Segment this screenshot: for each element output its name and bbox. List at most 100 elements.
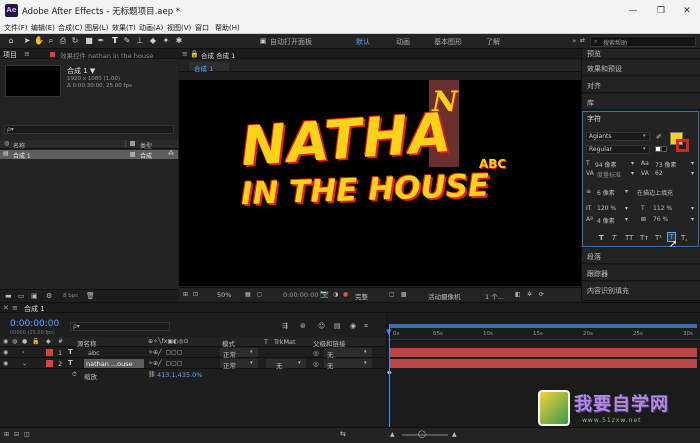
- vscale-value[interactable]: 120 %: [597, 205, 616, 212]
- comp-name[interactable]: 合成 1 ▼: [67, 66, 95, 76]
- visibility-icon[interactable]: ◉: [3, 360, 8, 367]
- tab-effects-controls[interactable]: 效果控件 nathan in the house: [60, 50, 153, 60]
- rect-icon[interactable]: ■: [84, 36, 94, 46]
- property-value[interactable]: 413.1,435.0%: [157, 371, 202, 379]
- grid-icon[interactable]: ▦: [245, 291, 251, 298]
- home-icon[interactable]: ⌂: [6, 36, 16, 46]
- panel-menu-icon[interactable]: ≡: [24, 50, 30, 58]
- comp-subtab[interactable]: 合成 1: [189, 62, 229, 73]
- region-icon[interactable]: ▢: [389, 291, 395, 298]
- timeline-timecode[interactable]: 0:00:00:00: [10, 319, 59, 329]
- col-mode[interactable]: 模式: [222, 338, 235, 348]
- sync-icon[interactable]: ⇄: [580, 37, 585, 44]
- workspace-menu-icon[interactable]: »: [572, 37, 576, 45]
- show-channel-icon[interactable]: ◑: [333, 291, 338, 298]
- tab-timeline-comp[interactable]: 合成 1: [24, 304, 45, 314]
- tab-project[interactable]: 项目: [3, 50, 17, 60]
- type-icon[interactable]: T: [110, 36, 120, 46]
- faux-bold-button[interactable]: T: [599, 234, 604, 242]
- mask-icon[interactable]: ◻: [257, 291, 262, 298]
- menu-effect[interactable]: 效果(T): [112, 23, 136, 33]
- font-style-dropdown[interactable]: Regular ▾: [586, 145, 650, 154]
- toggle-modes-icon[interactable]: ⊟: [14, 431, 19, 438]
- arrow-icon[interactable]: ➤: [22, 36, 32, 46]
- magnify-icon[interactable]: ⊞: [183, 291, 188, 298]
- viewer-timecode[interactable]: 0:00:00:00: [283, 291, 319, 299]
- layer-label-color[interactable]: [46, 349, 53, 356]
- col-trkmat[interactable]: TrkMat: [274, 338, 296, 346]
- zoom-icon[interactable]: ⌕: [46, 36, 56, 46]
- pin-icon[interactable]: ✱: [174, 36, 184, 46]
- small-caps-button[interactable]: Tт: [640, 234, 648, 242]
- menu-animation[interactable]: 动画(A): [139, 23, 163, 33]
- workspace-essential-graphics[interactable]: 基本图形: [434, 37, 462, 47]
- font-size-value[interactable]: 94 像素: [595, 160, 617, 169]
- workspace-learn[interactable]: 了解: [486, 37, 500, 47]
- new-comp-icon[interactable]: ▣: [31, 292, 38, 300]
- expand-arrow-icon[interactable]: ⌄: [22, 360, 27, 367]
- camera-snapshot-icon[interactable]: 📷: [320, 290, 329, 298]
- roto-icon[interactable]: ✦: [161, 36, 171, 46]
- workspace-animation[interactable]: 动画: [396, 37, 410, 47]
- font-family-dropdown[interactable]: Agiants ▾: [586, 132, 650, 141]
- zoom-slider-handle[interactable]: ◯: [418, 430, 426, 438]
- bpc-label[interactable]: 8 bpc: [63, 293, 78, 299]
- tab-composition[interactable]: 合成 合成 1: [201, 50, 235, 60]
- stroke-color-swatch[interactable]: [676, 139, 689, 152]
- zoom-out-icon[interactable]: ▲: [390, 431, 395, 438]
- layer-name[interactable]: abc: [88, 349, 100, 357]
- trash-icon[interactable]: 🗑: [86, 292, 95, 300]
- menu-file[interactable]: 文件(F): [4, 23, 28, 33]
- playhead[interactable]: [389, 324, 390, 443]
- panel-content-aware-fill[interactable]: 内容识别填充: [582, 282, 700, 301]
- comp-mini-flowchart-icon[interactable]: ⇶: [282, 322, 288, 330]
- menu-layer[interactable]: 图层(L): [85, 23, 108, 33]
- hand-icon[interactable]: ✋: [34, 36, 44, 46]
- layer-bar[interactable]: [389, 348, 697, 357]
- project-search-input[interactable]: ρ▾: [4, 125, 174, 134]
- baseline-value[interactable]: 4 像素: [597, 216, 615, 225]
- color-icon[interactable]: ●: [343, 291, 348, 298]
- col-name[interactable]: 名称: [13, 141, 25, 150]
- layer-row[interactable]: ◉ ⌄ 2 T nathan ...ouse ✧⊕╱ ▢▢▢ 正常 ▾ 无 ▾ …: [0, 359, 385, 370]
- draft-3d-icon[interactable]: ⊛: [300, 322, 306, 330]
- superscript-button[interactable]: T¹: [655, 234, 662, 242]
- timeline-search-input[interactable]: ρ▾: [70, 322, 170, 331]
- frame-blend-icon[interactable]: ▤: [334, 322, 341, 330]
- layer-switches[interactable]: ✧⊕╱ ▢▢▢: [148, 349, 183, 356]
- toggle-in-out-icon[interactable]: ◫: [24, 431, 30, 438]
- motion-blur-icon[interactable]: ◉: [350, 322, 356, 330]
- folder-icon[interactable]: ▭: [18, 292, 25, 300]
- graph-editor-icon[interactable]: ⌗: [364, 322, 368, 331]
- pen-icon[interactable]: ✒: [96, 36, 106, 46]
- close-button[interactable]: ✕: [674, 3, 700, 19]
- 3d-icon[interactable]: ◧: [515, 291, 521, 298]
- panel-effects-presets[interactable]: 效果和预设: [582, 60, 700, 76]
- work-area-bar[interactable]: [389, 324, 697, 328]
- views-dropdown[interactable]: 1 个...: [485, 291, 504, 301]
- viewer-canvas[interactable]: N NATHA IN THE HOUSE ABC: [179, 80, 581, 286]
- tsume-value[interactable]: 76 %: [653, 216, 668, 223]
- minimize-button[interactable]: —: [620, 3, 646, 19]
- snapshot-icon[interactable]: ⊡: [193, 291, 198, 298]
- menu-view[interactable]: 视图(V): [167, 23, 191, 33]
- black-swatch[interactable]: [661, 146, 667, 152]
- panel-close-icon[interactable]: ✕: [3, 304, 9, 312]
- maximize-button[interactable]: ❐: [648, 3, 674, 19]
- panel-menu-icon[interactable]: ≡: [12, 304, 18, 312]
- menu-composition[interactable]: 合成(C): [58, 23, 82, 33]
- stamp-icon[interactable]: ⊥: [135, 36, 145, 46]
- rotate-icon[interactable]: ↻: [70, 36, 80, 46]
- stroke-width-value[interactable]: 6 像素: [597, 188, 615, 197]
- workspace-default[interactable]: 默认: [356, 37, 370, 47]
- toggle-switches-icon[interactable]: ⊞: [4, 431, 9, 438]
- interpret-icon[interactable]: ▬: [5, 292, 12, 300]
- help-search-input[interactable]: ⌕ 搜索帮助: [590, 36, 696, 47]
- panel-paragraph[interactable]: 段落: [582, 248, 700, 264]
- stopwatch-icon[interactable]: ⏱: [72, 371, 77, 379]
- zoom-in-icon[interactable]: ▲: [452, 431, 457, 438]
- property-row[interactable]: ⏱ 缩放 ⛓ 413.1,435.0%: [0, 370, 385, 381]
- pickwhip-icon[interactable]: ◎: [313, 349, 319, 357]
- camera-dropdown[interactable]: 活动摄像机: [428, 291, 461, 301]
- fast-preview-icon[interactable]: ⟳: [539, 291, 544, 298]
